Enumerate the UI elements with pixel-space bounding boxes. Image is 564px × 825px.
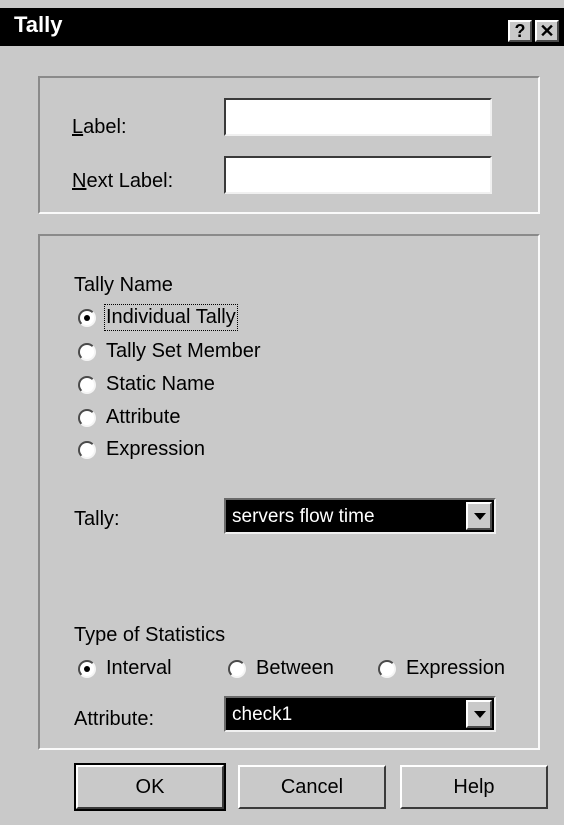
radio-label: Individual Tally	[104, 304, 238, 331]
radio-button[interactable]	[78, 659, 96, 678]
radio-button[interactable]	[78, 342, 96, 361]
radio-label: Expression	[406, 657, 505, 679]
radio-interval[interactable]: Interval	[78, 657, 172, 680]
tally-options-panel: Tally Name Individual Tally Tally Set Me…	[38, 234, 540, 750]
tally-caption: Tally:	[74, 508, 120, 530]
label-panel: Label: Next Label:	[38, 76, 540, 214]
radio-individual-tally[interactable]: Individual Tally	[78, 304, 238, 331]
tally-select[interactable]: servers flow time	[224, 498, 496, 534]
title-bar: Tally ? ✕	[0, 8, 564, 46]
radio-attribute[interactable]: Attribute	[78, 406, 180, 429]
cancel-button[interactable]: Cancel	[238, 765, 386, 809]
help-button[interactable]: Help	[400, 765, 548, 809]
radio-label: Tally Set Member	[106, 340, 261, 362]
chevron-down-icon[interactable]	[466, 700, 492, 728]
help-icon[interactable]: ?	[508, 20, 532, 42]
tally-dialog: Tally ? ✕ Label: Next Label: Tally Name …	[0, 0, 564, 825]
radio-label: Attribute	[106, 406, 181, 428]
radio-expression[interactable]: Expression	[78, 438, 205, 461]
tally-select-value: servers flow time	[232, 506, 375, 527]
radio-label: Static Name	[106, 373, 215, 395]
attribute-select[interactable]: check1	[224, 696, 496, 732]
radio-label: Interval	[106, 657, 172, 679]
radio-button[interactable]	[78, 375, 96, 394]
radio-static-name[interactable]: Static Name	[78, 373, 215, 396]
next-label-input[interactable]	[224, 156, 492, 194]
tally-name-heading: Tally Name	[74, 274, 173, 296]
radio-button[interactable]	[78, 308, 96, 327]
statistics-heading: Type of Statistics	[74, 624, 226, 646]
close-icon[interactable]: ✕	[535, 20, 559, 42]
next-label-caption: Next Label:	[72, 170, 174, 192]
attribute-caption: Attribute:	[74, 708, 155, 730]
radio-tally-set-member[interactable]: Tally Set Member	[78, 340, 261, 363]
radio-button[interactable]	[78, 440, 96, 459]
window-title: Tally	[14, 12, 63, 37]
radio-button[interactable]	[228, 659, 246, 678]
label-caption: Label:	[72, 116, 127, 138]
attribute-select-value: check1	[232, 704, 293, 725]
radio-button[interactable]	[78, 408, 96, 427]
label-input[interactable]	[224, 98, 492, 136]
ok-button[interactable]: OK	[74, 763, 226, 811]
chevron-down-icon[interactable]	[466, 502, 492, 530]
radio-statistics-expression[interactable]: Expression	[378, 657, 505, 680]
radio-label: Between	[256, 657, 334, 679]
radio-between[interactable]: Between	[228, 657, 334, 680]
radio-button[interactable]	[378, 659, 396, 678]
radio-label: Expression	[106, 438, 205, 460]
